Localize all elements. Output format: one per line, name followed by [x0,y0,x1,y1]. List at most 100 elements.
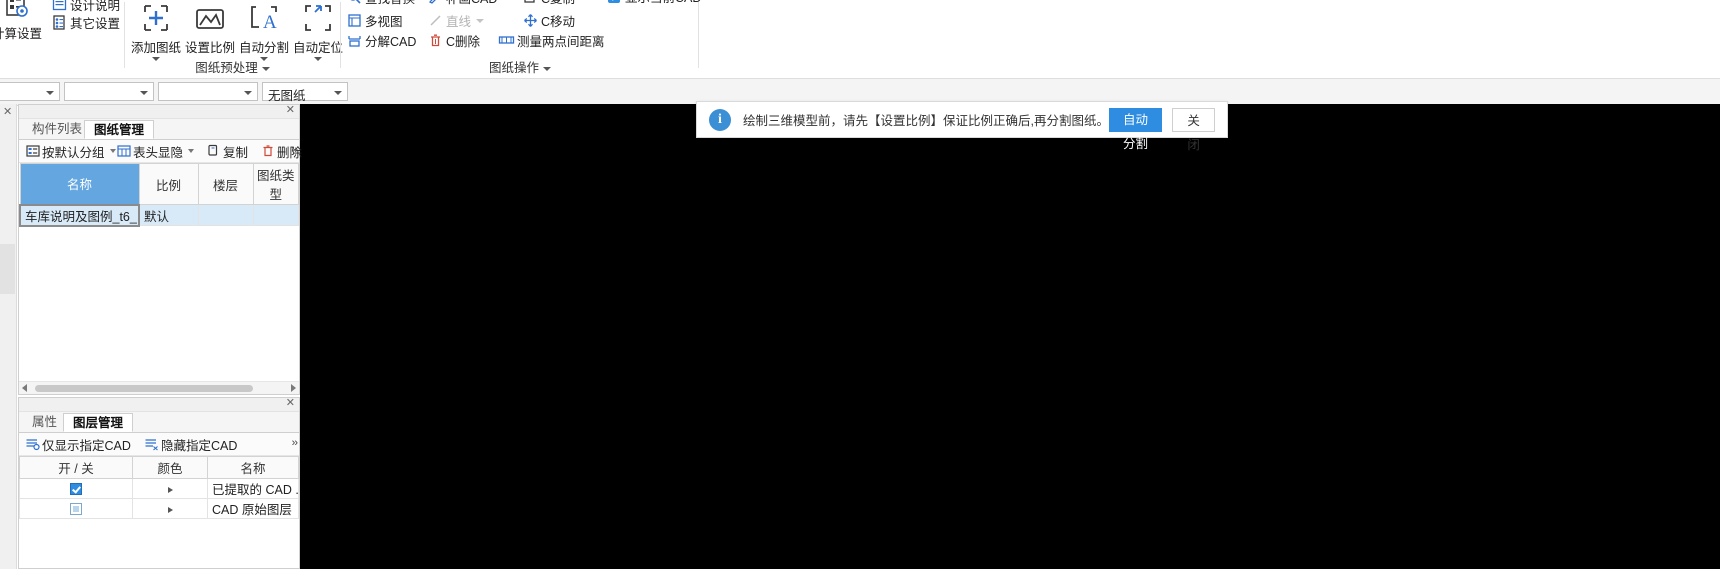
info-icon: i [709,108,731,131]
chevron-down-icon[interactable] [244,91,252,95]
cell-type[interactable] [252,204,299,226]
move-cad-button[interactable]: C移动 [521,10,575,31]
find-replace-button[interactable]: 查找替换 [345,0,415,8]
ribbon-divider-2 [340,2,341,68]
add-drawing-label: 添加图纸 [130,41,181,55]
tab-drawing-management[interactable]: 图纸管理 [84,120,155,139]
hide-cad-icon [143,436,160,452]
measure-distance-button[interactable]: 测量两点间距离 [497,30,605,51]
other-settings-button[interactable]: 其它设置 [50,12,120,33]
chevron-down-icon[interactable] [334,91,342,95]
color-expand-icon[interactable] [167,506,173,513]
cell-layername[interactable]: 已提取的 CAD ... [207,478,299,499]
header-toggle-button[interactable]: 表头显隐 [115,142,195,160]
set-scale-button[interactable]: 设置比例 [183,0,237,56]
trash-icon [259,143,276,159]
component-combo[interactable] [158,82,258,101]
tab-layer-management[interactable]: 图层管理 [63,413,134,432]
chevron-down-icon[interactable] [46,91,54,95]
column-header-scale[interactable]: 比例 [138,163,199,205]
hide-cad-button[interactable]: 隐藏指定CAD [143,435,237,453]
notification-bar: i 绘制三维模型前，请先【设置比例】保证比例正确后,再分割图纸。 自动分割 关闭 [696,101,1228,152]
header-toggle-dropdown-arrow[interactable] [188,149,195,153]
close-notification-button[interactable]: 关闭 [1172,107,1215,152]
scroll-left-arrow-icon[interactable] [22,384,27,392]
column-header-layername[interactable]: 名称 [207,456,299,479]
chevron-down-icon[interactable] [140,91,148,95]
layer-panel-header: ✕ [19,397,299,412]
scroll-right-arrow-icon[interactable] [291,384,296,392]
cell-color[interactable] [132,498,208,519]
table-row[interactable]: 已提取的 CAD ... [19,478,299,499]
auto-split-notification-button[interactable]: 自动分割 [1108,107,1163,151]
auto-split-icon: A [237,0,291,36]
line-label: 直线 [446,15,472,29]
cell-color[interactable] [132,478,208,499]
draw-cad-button[interactable]: 补画CAD [426,0,497,8]
floor-combo[interactable] [0,82,60,101]
line-button[interactable]: 直线 [426,10,485,31]
copy-button[interactable]: 复制 [205,142,248,160]
column-header-onoff[interactable]: 开 / 关 [19,456,133,479]
column-header-type[interactable]: 图纸类型 [252,163,299,205]
column-header-name[interactable]: 名称 [19,163,140,205]
column-header-color[interactable]: 颜色 [132,456,208,479]
delete-cad-button[interactable]: C删除 [426,30,480,51]
add-drawing-button[interactable]: 添加图纸 [129,0,183,61]
category-combo[interactable] [64,82,154,101]
layer-visible-checkbox[interactable] [70,503,82,516]
explode-cad-button[interactable]: 分解CAD [345,30,416,51]
cell-scale[interactable]: 默认 [138,204,199,226]
close-icon[interactable]: ✕ [286,397,295,410]
drawing-panel-header: ✕ [19,104,299,119]
group-icon [24,143,41,159]
cell-floor[interactable] [197,204,254,226]
rail-collapsed-tab[interactable] [0,244,15,294]
layer-toolbar-more-button[interactable]: ›› [292,437,298,449]
table-row[interactable]: 车库说明及图例_t6_... 默认 [19,203,299,227]
show-only-cad-icon [24,436,41,452]
table-row[interactable]: CAD 原始图层 [19,498,299,519]
show-only-cad-label: 仅显示指定CAD [42,438,131,453]
preprocess-expand-arrow[interactable] [261,66,270,71]
drawing-combo[interactable]: 无图纸 [262,82,348,103]
drawing-combo-value: 无图纸 [268,89,306,103]
line-dropdown-arrow[interactable] [476,18,485,23]
color-expand-icon[interactable] [167,486,173,493]
copy-cad-button[interactable]: C复制 [521,0,575,8]
line-icon [426,12,445,30]
show-only-cad-button[interactable]: 仅显示指定CAD [24,435,131,453]
multi-view-label: 多视图 [365,15,403,29]
ribbon-divider-3 [698,2,699,68]
copy-cad-label: C复制 [541,0,575,7]
notification-message: 绘制三维模型前，请先【设置比例】保证比例正确后,再分割图纸。 [743,114,1109,128]
layer-table-header: 开 / 关 颜色 名称 [19,456,299,479]
explode-cad-icon [345,32,364,50]
rail-close-icon[interactable]: ✕ [3,105,12,118]
show-current-cad-checkbox[interactable]: 显示当前CAD [608,0,701,7]
cell-onoff[interactable] [19,478,133,499]
close-icon[interactable]: ✕ [286,104,295,117]
layer-visible-checkbox[interactable] [70,483,82,496]
tab-component-list[interactable]: 构件列表 [23,120,91,139]
drawing-panel-tabs: 构件列表 图纸管理 [19,119,299,140]
cell-onoff[interactable] [19,498,133,519]
auto-split-button[interactable]: A 自动分割 [237,0,291,61]
cad-canvas[interactable] [300,104,1720,569]
calc-settings-button[interactable]: 计算设置 [0,0,46,42]
find-replace-icon [345,0,364,7]
group-by-default-button[interactable]: 按默认分组 [24,142,116,160]
tab-properties[interactable]: 属性 [23,413,66,432]
auto-locate-button[interactable]: 自动定位 [291,0,345,61]
drawing-panel-hscrollbar[interactable] [19,381,299,394]
add-drawing-icon [129,0,183,36]
checkbox-icon [608,0,620,3]
operations-expand-arrow[interactable] [543,66,551,71]
auto-locate-label: 自动定位 [292,41,343,55]
cell-name[interactable]: 车库说明及图例_t6_... [19,203,140,227]
toolbar-more-button[interactable]: ›› [292,144,298,156]
cell-layername[interactable]: CAD 原始图层 [207,498,299,519]
column-header-floor[interactable]: 楼层 [197,163,254,205]
scroll-thumb[interactable] [35,385,253,392]
multi-view-button[interactable]: 多视图 [345,10,403,31]
